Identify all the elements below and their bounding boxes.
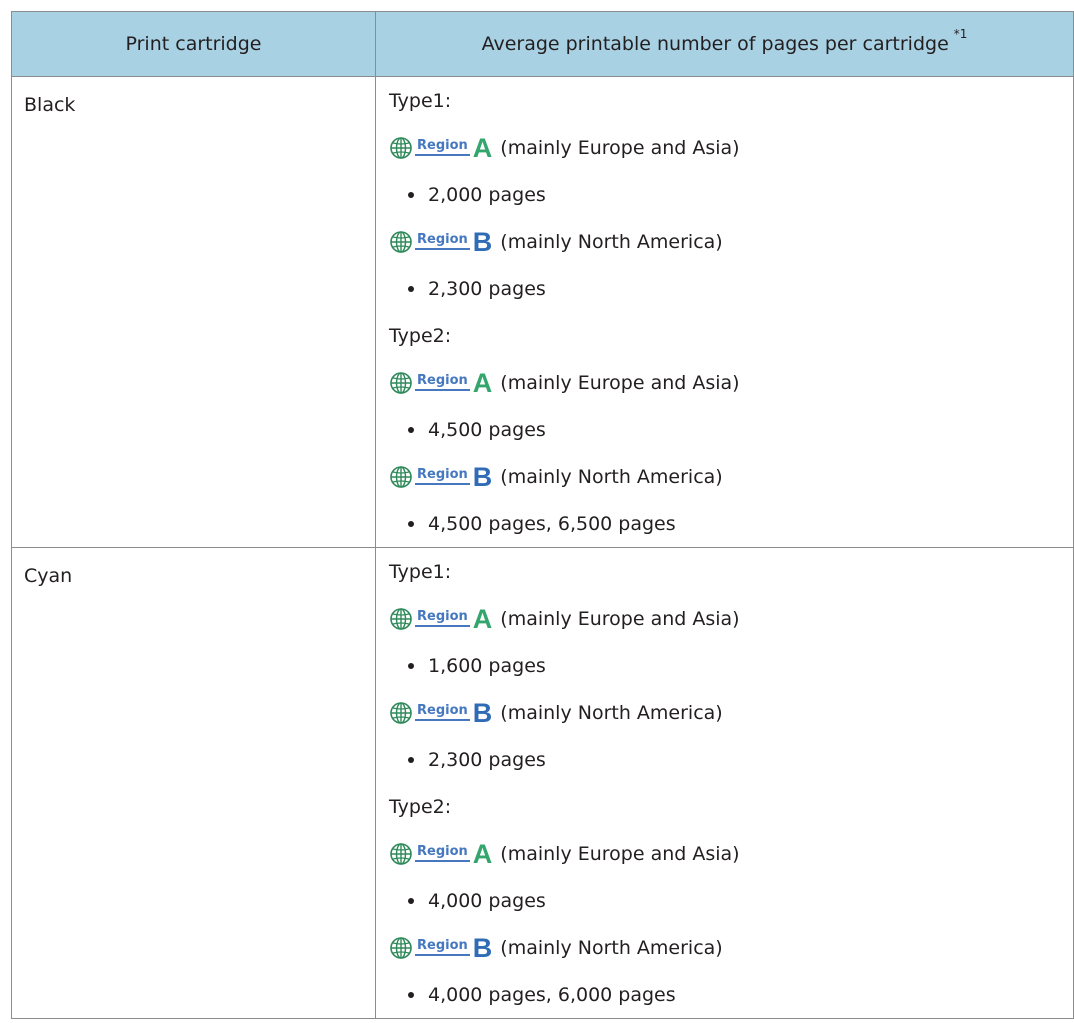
bullet-icon [408, 285, 414, 292]
pages-bullet-item: 4,500 pages, 6,500 pages [376, 500, 1073, 547]
type-label: Type1: [389, 560, 452, 583]
region-note: (mainly North America) [500, 701, 723, 724]
globe-icon [390, 842, 412, 865]
region-letter: B [472, 226, 493, 257]
region-note: (mainly North America) [500, 465, 723, 488]
bullet-icon [408, 756, 414, 763]
pages-value: 4,500 pages, 6,500 pages [428, 512, 676, 535]
pages-value: 2,300 pages [428, 748, 546, 771]
region-mark: Region B [389, 228, 492, 256]
region-mark: Region A [389, 369, 492, 397]
table-row: Black Type1: Region A (mainly Europe and Asi… [11, 76, 1074, 548]
region-line: Region B (mainly North America) [376, 689, 1073, 736]
region-mark: Region A [389, 134, 492, 162]
region-mark: Region B [389, 463, 492, 491]
region-badge: Region [415, 233, 470, 250]
globe-icon [390, 465, 412, 488]
region-line: Region B (mainly North America) [376, 453, 1073, 500]
pages-bullet-item: 2,300 pages [376, 736, 1073, 783]
region-note: (mainly North America) [500, 936, 723, 959]
region-line: Region A (mainly Europe and Asia) [376, 359, 1073, 406]
footnote-marker: *1 [953, 27, 968, 41]
pages-bullet-item: 4,000 pages [376, 877, 1073, 924]
pages-value: 4,500 pages [428, 418, 546, 441]
bullet-icon [408, 662, 414, 669]
globe-icon [390, 936, 412, 959]
region-line: Region A (mainly Europe and Asia) [376, 124, 1073, 171]
globe-icon [390, 371, 412, 394]
header-print-cartridge: Print cartridge [11, 11, 376, 77]
yield-cell: Type1: Region A (mainly Europe and Asia) 1,6… [375, 547, 1074, 1019]
region-letter: A [472, 367, 493, 398]
region-letter: B [472, 697, 493, 728]
type-label: Type2: [389, 795, 452, 818]
bullet-icon [408, 520, 414, 527]
globe-icon [390, 607, 412, 630]
header-average-pages: Average printable number of pages per ca… [375, 11, 1074, 77]
bullet-icon [408, 991, 414, 998]
region-mark: Region A [389, 605, 492, 633]
pages-value: 4,000 pages, 6,000 pages [428, 983, 676, 1006]
region-note: (mainly Europe and Asia) [500, 371, 740, 394]
header-average-pages-label: Average printable number of pages per ca… [481, 33, 949, 55]
pages-bullet-item: 4,500 pages [376, 406, 1073, 453]
cartridge-cell: Cyan [11, 547, 376, 1019]
region-letter: A [472, 838, 493, 869]
pages-value: 2,300 pages [428, 277, 546, 300]
globe-icon [390, 701, 412, 724]
bullet-icon [408, 426, 414, 433]
region-letter: B [472, 932, 493, 963]
type-label: Type2: [389, 324, 452, 347]
region-badge: Region [415, 139, 470, 156]
region-letter: A [472, 603, 493, 634]
region-badge: Region [415, 610, 470, 627]
pages-value: 2,000 pages [428, 183, 546, 206]
globe-icon [390, 136, 412, 159]
region-note: (mainly Europe and Asia) [500, 842, 740, 865]
region-mark: Region A [389, 840, 492, 868]
region-letter: A [472, 132, 493, 163]
pages-bullet-item: 1,600 pages [376, 642, 1073, 689]
table-row: Cyan Type1: Region A (mainly Europe and Asia… [11, 547, 1074, 1019]
pages-value: 4,000 pages [428, 889, 546, 912]
table-header-row: Print cartridge Average printable number… [11, 11, 1074, 77]
type-label: Type1: [389, 89, 452, 112]
region-mark: Region B [389, 934, 492, 962]
region-badge: Region [415, 845, 470, 862]
region-mark: Region B [389, 699, 492, 727]
region-line: Region A (mainly Europe and Asia) [376, 830, 1073, 877]
region-badge: Region [415, 704, 470, 721]
region-badge: Region [415, 468, 470, 485]
bullet-icon [408, 897, 414, 904]
cartridge-name: Black [24, 94, 76, 116]
region-note: (mainly North America) [500, 230, 723, 253]
table-body: Black Type1: Region A (mainly Europe and Asi… [11, 76, 1074, 1019]
yield-cell: Type1: Region A (mainly Europe and Asia) 2,0… [375, 76, 1074, 548]
region-letter: B [472, 461, 493, 492]
region-note: (mainly Europe and Asia) [500, 136, 740, 159]
cartridge-cell: Black [11, 76, 376, 548]
region-line: Region A (mainly Europe and Asia) [376, 595, 1073, 642]
pages-value: 1,600 pages [428, 654, 546, 677]
cartridge-yield-table: Print cartridge Average printable number… [11, 11, 1074, 1019]
pages-bullet-item: 2,300 pages [376, 265, 1073, 312]
region-line: Region B (mainly North America) [376, 218, 1073, 265]
pages-bullet-item: 4,000 pages, 6,000 pages [376, 971, 1073, 1018]
globe-icon [390, 230, 412, 253]
cartridge-name: Cyan [24, 565, 73, 587]
header-print-cartridge-label: Print cartridge [125, 33, 262, 55]
bullet-icon [408, 191, 414, 198]
region-line: Region B (mainly North America) [376, 924, 1073, 971]
pages-bullet-item: 2,000 pages [376, 171, 1073, 218]
region-badge: Region [415, 374, 470, 391]
region-note: (mainly Europe and Asia) [500, 607, 740, 630]
region-badge: Region [415, 939, 470, 956]
